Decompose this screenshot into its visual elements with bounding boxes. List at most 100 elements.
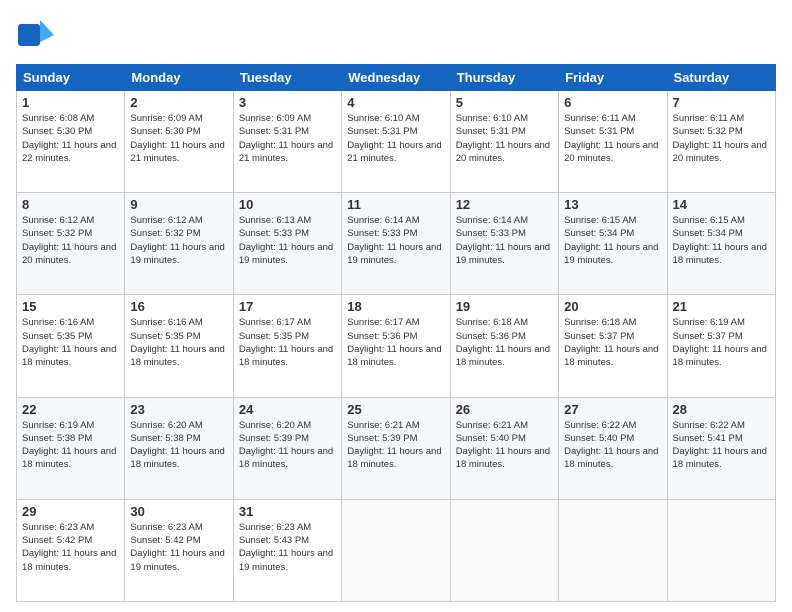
day-info: Sunrise: 6:11 AMSunset: 5:32 PMDaylight:… [673, 113, 767, 164]
calendar-cell: 27Sunrise: 6:22 AMSunset: 5:40 PMDayligh… [559, 397, 667, 499]
day-number: 6 [564, 95, 661, 110]
day-info: Sunrise: 6:20 AMSunset: 5:39 PMDaylight:… [239, 420, 333, 471]
day-number: 11 [347, 197, 444, 212]
day-info: Sunrise: 6:23 AMSunset: 5:42 PMDaylight:… [22, 522, 116, 573]
calendar-cell: 22 Sunrise: 6:19 AMSunset: 5:38 PMDayligh… [17, 397, 125, 499]
day-info: Sunrise: 6:09 AMSunset: 5:31 PMDaylight:… [239, 113, 333, 164]
day-number: 9 [130, 197, 227, 212]
day-number: 18 [347, 299, 444, 314]
calendar-cell: 10 Sunrise: 6:13 AMSunset: 5:33 PMDayligh… [233, 193, 341, 295]
day-info: Sunrise: 6:14 AMSunset: 5:33 PMDaylight:… [456, 215, 550, 266]
day-info: Sunrise: 6:21 AMSunset: 5:39 PMDaylight:… [347, 420, 441, 471]
calendar-cell: 23Sunrise: 6:20 AMSunset: 5:38 PMDayligh… [125, 397, 233, 499]
day-info: Sunrise: 6:17 AMSunset: 5:35 PMDaylight:… [239, 317, 333, 368]
day-number: 25 [347, 402, 444, 417]
day-number: 5 [456, 95, 553, 110]
calendar-cell: 2Sunrise: 6:09 AMSunset: 5:30 PMDaylight… [125, 91, 233, 193]
calendar-week-4: 22 Sunrise: 6:19 AMSunset: 5:38 PMDayligh… [17, 397, 776, 499]
day-info: Sunrise: 6:23 AMSunset: 5:42 PMDaylight:… [130, 522, 224, 573]
day-info: Sunrise: 6:17 AMSunset: 5:36 PMDaylight:… [347, 317, 441, 368]
day-info: Sunrise: 6:16 AMSunset: 5:35 PMDaylight:… [22, 317, 116, 368]
calendar-cell: 16 Sunrise: 6:16 AMSunset: 5:35 PMDayligh… [125, 295, 233, 397]
logo [16, 16, 58, 54]
day-number: 23 [130, 402, 227, 417]
day-info: Sunrise: 6:12 AMSunset: 5:32 PMDaylight:… [22, 215, 116, 266]
calendar-week-2: 8 Sunrise: 6:12 AMSunset: 5:32 PMDaylight… [17, 193, 776, 295]
day-info: Sunrise: 6:14 AMSunset: 5:33 PMDaylight:… [347, 215, 441, 266]
day-info: Sunrise: 6:10 AMSunset: 5:31 PMDaylight:… [456, 113, 550, 164]
calendar-cell: 30 Sunrise: 6:23 AMSunset: 5:42 PMDayligh… [125, 499, 233, 601]
day-number: 8 [22, 197, 119, 212]
calendar-cell: 24 Sunrise: 6:20 AMSunset: 5:39 PMDayligh… [233, 397, 341, 499]
day-info: Sunrise: 6:10 AMSunset: 5:31 PMDaylight:… [347, 113, 441, 164]
calendar-cell: 17 Sunrise: 6:17 AMSunset: 5:35 PMDayligh… [233, 295, 341, 397]
day-number: 17 [239, 299, 336, 314]
calendar-cell: 26 Sunrise: 6:21 AMSunset: 5:40 PMDayligh… [450, 397, 558, 499]
day-header-saturday: Saturday [667, 65, 775, 91]
calendar-cell: 20 Sunrise: 6:18 AMSunset: 5:37 PMDayligh… [559, 295, 667, 397]
header [16, 16, 776, 54]
logo-icon [16, 16, 54, 54]
day-header-monday: Monday [125, 65, 233, 91]
day-number: 4 [347, 95, 444, 110]
calendar-cell: 7 Sunrise: 6:11 AMSunset: 5:32 PMDaylight… [667, 91, 775, 193]
day-info: Sunrise: 6:23 AMSunset: 5:43 PMDaylight:… [239, 522, 333, 573]
calendar-cell: 3 Sunrise: 6:09 AMSunset: 5:31 PMDaylight… [233, 91, 341, 193]
day-number: 30 [130, 504, 227, 519]
calendar-cell: 4 Sunrise: 6:10 AMSunset: 5:31 PMDaylight… [342, 91, 450, 193]
calendar-cell: 31 Sunrise: 6:23 AMSunset: 5:43 PMDayligh… [233, 499, 341, 601]
day-info: Sunrise: 6:13 AMSunset: 5:33 PMDaylight:… [239, 215, 333, 266]
calendar-week-1: 1Sunrise: 6:08 AMSunset: 5:30 PMDaylight… [17, 91, 776, 193]
day-info: Sunrise: 6:18 AMSunset: 5:36 PMDaylight:… [456, 317, 550, 368]
day-info: Sunrise: 6:19 AMSunset: 5:37 PMDaylight:… [673, 317, 767, 368]
calendar-cell: 6 Sunrise: 6:11 AMSunset: 5:31 PMDaylight… [559, 91, 667, 193]
day-number: 3 [239, 95, 336, 110]
calendar-cell: 8 Sunrise: 6:12 AMSunset: 5:32 PMDaylight… [17, 193, 125, 295]
calendar-cell: 1Sunrise: 6:08 AMSunset: 5:30 PMDaylight… [17, 91, 125, 193]
calendar-cell: 28Sunrise: 6:22 AMSunset: 5:41 PMDayligh… [667, 397, 775, 499]
calendar-cell: 9Sunrise: 6:12 AMSunset: 5:32 PMDaylight… [125, 193, 233, 295]
day-number: 7 [673, 95, 770, 110]
day-number: 27 [564, 402, 661, 417]
calendar-week-5: 29Sunrise: 6:23 AMSunset: 5:42 PMDayligh… [17, 499, 776, 601]
day-info: Sunrise: 6:19 AMSunset: 5:38 PMDaylight:… [22, 420, 116, 471]
calendar-cell: 14Sunrise: 6:15 AMSunset: 5:34 PMDayligh… [667, 193, 775, 295]
calendar-cell: 19 Sunrise: 6:18 AMSunset: 5:36 PMDayligh… [450, 295, 558, 397]
day-info: Sunrise: 6:15 AMSunset: 5:34 PMDaylight:… [564, 215, 658, 266]
calendar-cell: 13 Sunrise: 6:15 AMSunset: 5:34 PMDayligh… [559, 193, 667, 295]
day-info: Sunrise: 6:21 AMSunset: 5:40 PMDaylight:… [456, 420, 550, 471]
day-info: Sunrise: 6:16 AMSunset: 5:35 PMDaylight:… [130, 317, 224, 368]
day-info: Sunrise: 6:08 AMSunset: 5:30 PMDaylight:… [22, 113, 116, 164]
day-number: 2 [130, 95, 227, 110]
day-info: Sunrise: 6:22 AMSunset: 5:41 PMDaylight:… [673, 420, 767, 471]
page: SundayMondayTuesdayWednesdayThursdayFrid… [0, 0, 792, 612]
day-number: 10 [239, 197, 336, 212]
day-number: 24 [239, 402, 336, 417]
calendar-week-3: 15 Sunrise: 6:16 AMSunset: 5:35 PMDayligh… [17, 295, 776, 397]
calendar-cell: 5 Sunrise: 6:10 AMSunset: 5:31 PMDaylight… [450, 91, 558, 193]
day-number: 14 [673, 197, 770, 212]
calendar-cell [342, 499, 450, 601]
day-number: 19 [456, 299, 553, 314]
calendar-cell [667, 499, 775, 601]
day-number: 31 [239, 504, 336, 519]
day-header-friday: Friday [559, 65, 667, 91]
calendar-cell: 12 Sunrise: 6:14 AMSunset: 5:33 PMDayligh… [450, 193, 558, 295]
day-number: 22 [22, 402, 119, 417]
day-number: 26 [456, 402, 553, 417]
day-header-tuesday: Tuesday [233, 65, 341, 91]
day-number: 16 [130, 299, 227, 314]
day-info: Sunrise: 6:18 AMSunset: 5:37 PMDaylight:… [564, 317, 658, 368]
day-number: 12 [456, 197, 553, 212]
calendar-cell [450, 499, 558, 601]
calendar-cell: 11 Sunrise: 6:14 AMSunset: 5:33 PMDayligh… [342, 193, 450, 295]
calendar-cell: 18 Sunrise: 6:17 AMSunset: 5:36 PMDayligh… [342, 295, 450, 397]
day-info: Sunrise: 6:11 AMSunset: 5:31 PMDaylight:… [564, 113, 658, 164]
day-number: 21 [673, 299, 770, 314]
day-number: 13 [564, 197, 661, 212]
day-header-sunday: Sunday [17, 65, 125, 91]
day-header-thursday: Thursday [450, 65, 558, 91]
calendar-cell: 21 Sunrise: 6:19 AMSunset: 5:37 PMDayligh… [667, 295, 775, 397]
day-number: 15 [22, 299, 119, 314]
day-number: 20 [564, 299, 661, 314]
